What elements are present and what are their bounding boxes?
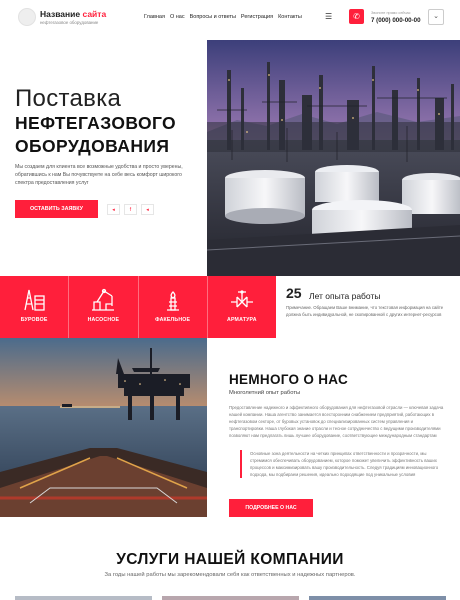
nav-item-faq[interactable]: Вопросы и ответы: [190, 14, 236, 20]
vk-icon[interactable]: ◂: [107, 204, 120, 215]
chevron-down-icon[interactable]: ⌄: [428, 9, 444, 25]
drilling-rig-icon: [24, 289, 45, 311]
phone-caption: Звоните прямо сейчас: [371, 11, 411, 15]
main-nav: Главная О нас Вопросы и ответы Регистрац…: [144, 14, 302, 20]
services-title: УСЛУГИ НАШЕЙ КОМПАНИИ: [116, 551, 344, 568]
refinery-image: [207, 40, 460, 276]
experience-label: Лет опыта работы: [309, 291, 381, 301]
category-label: ФАКЕЛЬНОЕ: [155, 317, 191, 323]
category-valves[interactable]: АРМАТУРА: [208, 276, 276, 338]
nav-item-about[interactable]: О нас: [170, 14, 185, 20]
hero-title-line2: НЕФТЕГАЗОВОГО: [15, 113, 177, 133]
hero-description: Мы создаем для клиента все возможные удо…: [15, 164, 183, 187]
service-card[interactable]: [162, 596, 299, 600]
nav-item-register[interactable]: Регистрация: [241, 14, 273, 20]
flare-stack-icon: [166, 291, 179, 311]
experience-note: Примечание. Обращаем Ваше внимание, что …: [286, 305, 444, 317]
about-more-button[interactable]: Подробнее о нас: [229, 499, 313, 517]
category-label: НАСОСНОЕ: [87, 317, 120, 323]
nav-item-contacts[interactable]: Контакты: [278, 14, 302, 20]
category-pumps[interactable]: НАСОСНОЕ: [69, 276, 139, 338]
service-card[interactable]: [15, 596, 152, 600]
equipment-categories: БУРОВОЕ НАСОСНОЕ ФАКЕЛЬНОЕ АРМАТУРА: [0, 276, 276, 338]
phone-icon[interactable]: ✆: [349, 9, 364, 24]
hero-title-line3: ОБОРУДОВАНИЯ: [15, 136, 170, 156]
about-paragraph: Предоставление надежного и эффективного …: [229, 405, 444, 439]
request-button[interactable]: Оставить заявку: [15, 200, 98, 218]
nav-item-home[interactable]: Главная: [144, 14, 165, 20]
experience-years: 25: [286, 285, 302, 301]
site-title[interactable]: Название сайта: [40, 9, 106, 19]
service-card[interactable]: [309, 596, 446, 600]
category-flare[interactable]: ФАКЕЛЬНОЕ: [139, 276, 208, 338]
offshore-platform-image: [0, 338, 207, 517]
facebook-icon[interactable]: f: [124, 204, 137, 215]
about-quote: Основные зона деятельности на четких при…: [240, 450, 440, 479]
valve-icon: [230, 290, 253, 308]
services-subtitle: За годы нашей работы мы зарекомендовали …: [104, 572, 356, 578]
site-header: Название сайта нефтегазовое оборудование…: [0, 0, 460, 40]
category-label: АРМАТУРА: [227, 317, 257, 323]
phone-number[interactable]: 7 (000) 000-00-00: [371, 17, 421, 24]
category-drilling[interactable]: БУРОВОЕ: [0, 276, 70, 338]
menu-icon[interactable]: ☰: [325, 12, 332, 21]
about-subtitle: Многолетний опыт работы: [229, 390, 301, 396]
pump-icon: [92, 288, 115, 311]
hero-title-line1: Поставка: [15, 85, 122, 112]
about-title: НЕМНОГО О НАС: [229, 372, 349, 387]
logo-icon[interactable]: [18, 8, 36, 26]
site-subtitle: нефтегазовое оборудование: [40, 20, 99, 25]
instagram-icon[interactable]: ◂: [141, 204, 154, 215]
category-label: БУРОВОЕ: [20, 317, 48, 323]
